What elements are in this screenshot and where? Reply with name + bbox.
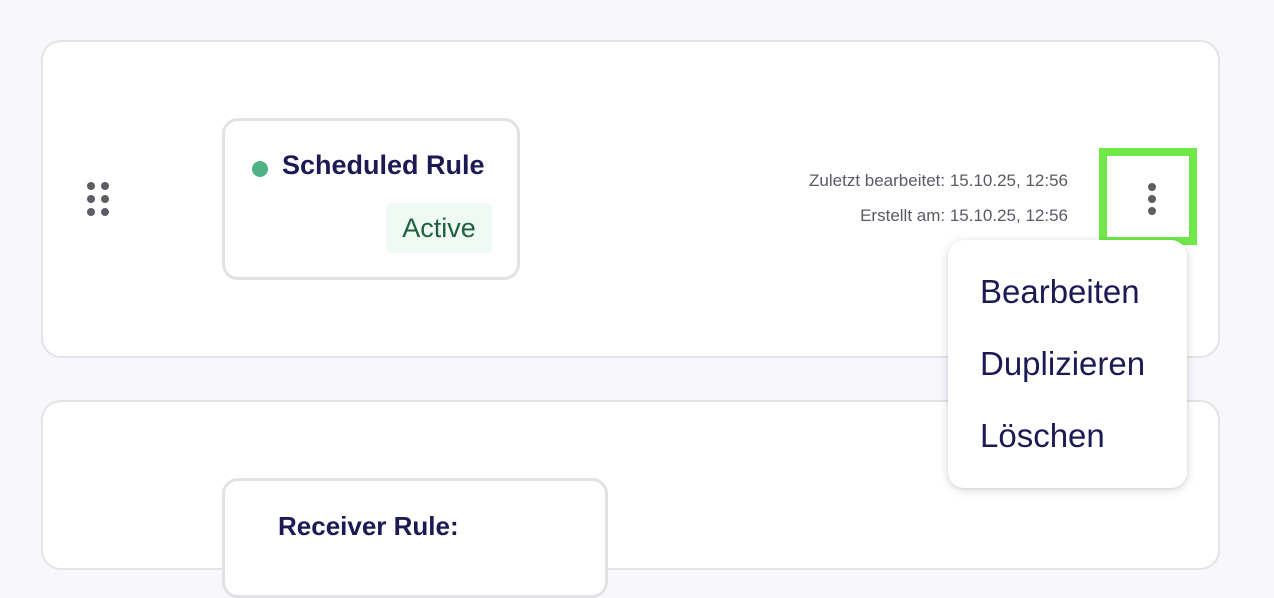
more-options-button[interactable] xyxy=(1099,148,1197,245)
more-vertical-icon xyxy=(1148,183,1156,191)
rule-name: Receiver Rule: xyxy=(278,511,459,541)
drag-handle-icon[interactable] xyxy=(87,182,109,216)
menu-item-duplicate[interactable]: Duplizieren xyxy=(980,344,1145,384)
status-badge: Active xyxy=(386,203,492,253)
rule-summary-box[interactable]: Receiver Rule: xyxy=(222,478,608,598)
menu-item-edit[interactable]: Bearbeiten xyxy=(980,272,1140,312)
status-dot-icon xyxy=(252,161,268,177)
rule-name: Scheduled Rule xyxy=(282,150,485,180)
last-edited-text: Zuletzt bearbeitet: 15.10.25, 12:56 xyxy=(809,171,1068,190)
rule-summary-box[interactable]: Scheduled Rule Active xyxy=(222,118,520,280)
created-text: Erstellt am: 15.10.25, 12:56 xyxy=(860,206,1068,225)
menu-item-delete[interactable]: Löschen xyxy=(980,416,1105,456)
context-menu: Bearbeiten Duplizieren Löschen xyxy=(948,240,1187,488)
